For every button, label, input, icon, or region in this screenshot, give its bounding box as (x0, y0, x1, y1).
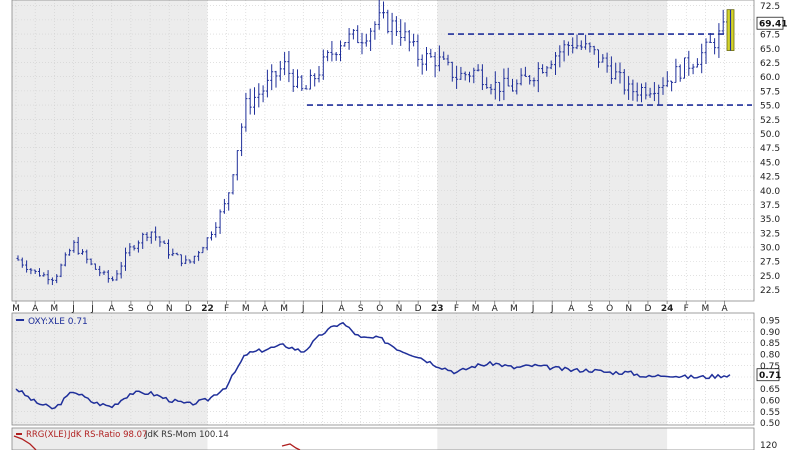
rrg-y-tick-label: 120 (760, 441, 777, 450)
rrg-legend-mom: JdK RS-Mom 100.14 (144, 430, 229, 440)
rs-y-tick-label: 0.85 (760, 339, 780, 349)
price-y-tick-label: 40.0 (760, 187, 780, 197)
x-tick-label: S (358, 304, 364, 314)
price-y-tick-label: 42.5 (760, 173, 780, 183)
price-y-tick-label: 55.0 (760, 102, 780, 112)
x-tick-label: D (415, 304, 422, 314)
x-tick-label: F (224, 304, 229, 314)
x-tick-label: D (644, 304, 651, 314)
x-tick-label: N (625, 304, 632, 314)
x-tick-label: A (32, 304, 39, 314)
x-tick-label: M (280, 304, 288, 314)
rs-y-tick-label: 0.80 (760, 351, 780, 361)
rrg-legend-label: RRG(XLE) (26, 430, 67, 440)
x-tick-label: F (684, 304, 689, 314)
rrg-line-segment (281, 443, 301, 451)
x-tick-label: 24 (661, 304, 674, 314)
x-tick-label: M (242, 304, 250, 314)
price-y-tick-label: 30.0 (760, 244, 780, 254)
rs-y-tick-label: 0.60 (760, 396, 780, 406)
price-y-tick-label: 47.5 (760, 144, 780, 154)
x-tick-label: N (396, 304, 403, 314)
x-tick-label: O (606, 304, 613, 314)
rs-last-label: 0.71 (759, 371, 781, 381)
x-tick-label: M (702, 304, 710, 314)
price-y-tick-label: 22.5 (760, 286, 780, 296)
price-y-tick-label: 57.5 (760, 87, 780, 97)
x-tick-label: J (320, 304, 324, 314)
price-y-tick-label: 37.5 (760, 201, 780, 211)
x-tick-label: A (568, 304, 575, 314)
rs-y-tick-label: 0.90 (760, 328, 780, 338)
x-tick-label: O (376, 304, 383, 314)
x-tick-label: N (166, 304, 173, 314)
chart-root: 22.5 25.0 27.5 30.0 32.5 35.0 37.5 40.0 42.5 45.0… (0, 0, 800, 451)
price-y-tick-label: 52.5 (760, 116, 780, 126)
x-tick-label: D (185, 304, 192, 314)
rrg-legend: RRG(XLE) JdK RS-Ratio 98.07 JdK RS-Mom 1… (16, 430, 229, 440)
x-tick-label: A (109, 304, 116, 314)
price-y-tick-label: 25.0 (760, 272, 780, 282)
year-shade-band (12, 313, 208, 425)
rs-y-tick-label: 0.55 (760, 408, 780, 418)
year-shade-band (12, 0, 208, 301)
x-tick-label: 23 (431, 304, 444, 314)
x-tick-label: S (588, 304, 594, 314)
x-tick-label: A (262, 304, 269, 314)
x-tick-label: M (472, 304, 480, 314)
rs-y-tick-label: 0.95 (760, 316, 780, 326)
x-tick-label: A (492, 304, 499, 314)
price-y-tick-label: 60.0 (760, 73, 780, 83)
rrg-legend-ratio: JdK RS-Ratio 98.07 (67, 430, 147, 440)
x-tick-label: J (71, 304, 75, 314)
price-y-tick-label: 62.5 (760, 59, 780, 69)
x-tick-label: A (338, 304, 345, 314)
x-tick-label: F (454, 304, 459, 314)
price-y-tick-label: 45.0 (760, 158, 780, 168)
x-tick-label: J (531, 304, 535, 314)
x-tick-label: 22 (201, 304, 214, 314)
x-tick-label: M (50, 304, 58, 314)
price-y-tick-label: 72.5 (760, 2, 780, 12)
rs-y-tick-label: 0.65 (760, 385, 780, 395)
x-tick-label: S (128, 304, 134, 314)
x-tick-label: M (510, 304, 518, 314)
year-shade-band (437, 428, 668, 450)
price-y-tick-label: 32.5 (760, 229, 780, 239)
price-y-tick-label: 67.5 (760, 31, 780, 41)
x-tick-label: O (147, 304, 154, 314)
x-tick-label: A (721, 304, 728, 314)
price-y-tick-label: 50.0 (760, 130, 780, 140)
chart-svg: 22.5 25.0 27.5 30.0 32.5 35.0 37.5 40.0 42.5 45.0… (11, 0, 787, 451)
price-y-tick-label: 65.0 (760, 45, 780, 55)
last-price-label: 69.41 (759, 20, 787, 30)
x-tick-label: J (90, 304, 94, 314)
price-y-tick-label: 27.5 (760, 258, 780, 268)
x-tick-label: J (301, 304, 305, 314)
x-tick-label: J (550, 304, 554, 314)
x-tick-label: M (12, 304, 20, 314)
rs-y-tick-label: 0.50 (760, 419, 780, 429)
rs-legend-text: OXY:XLE 0.71 (28, 317, 88, 327)
price-y-tick-label: 35.0 (760, 215, 780, 225)
